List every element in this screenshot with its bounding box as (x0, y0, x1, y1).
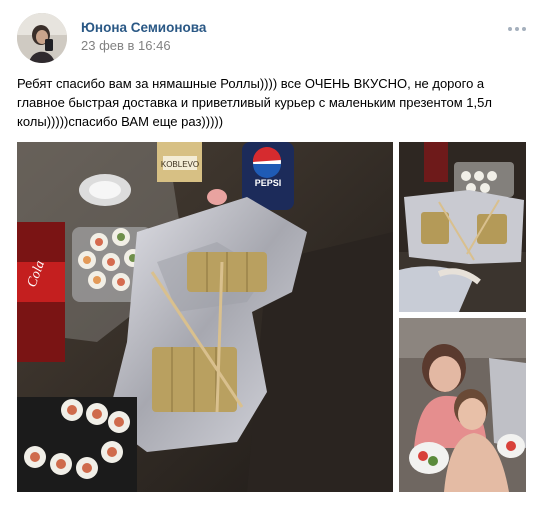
post-text: Ребят спасибо вам за нямашные Роллы)))) … (17, 76, 492, 129)
photo-rolls-table[interactable]: KOBLEVO PEPSI Cola (17, 142, 393, 492)
koblevo-label: KOBLEVO (161, 160, 199, 169)
photo-selfie[interactable] (399, 318, 526, 492)
pepsi-label: PEPSI (255, 178, 282, 188)
author-name[interactable]: Юнона Семионова (81, 20, 206, 35)
wall-post: Юнона Семионова 23 фев в 16:46 Ребят спа… (0, 0, 545, 510)
more-options-button[interactable] (503, 22, 531, 36)
author-avatar[interactable] (17, 13, 67, 63)
more-horizontal-icon (508, 27, 526, 31)
post-timestamp[interactable]: 23 фев в 16:46 (81, 38, 171, 53)
photo-rolls-foil[interactable] (399, 142, 526, 312)
